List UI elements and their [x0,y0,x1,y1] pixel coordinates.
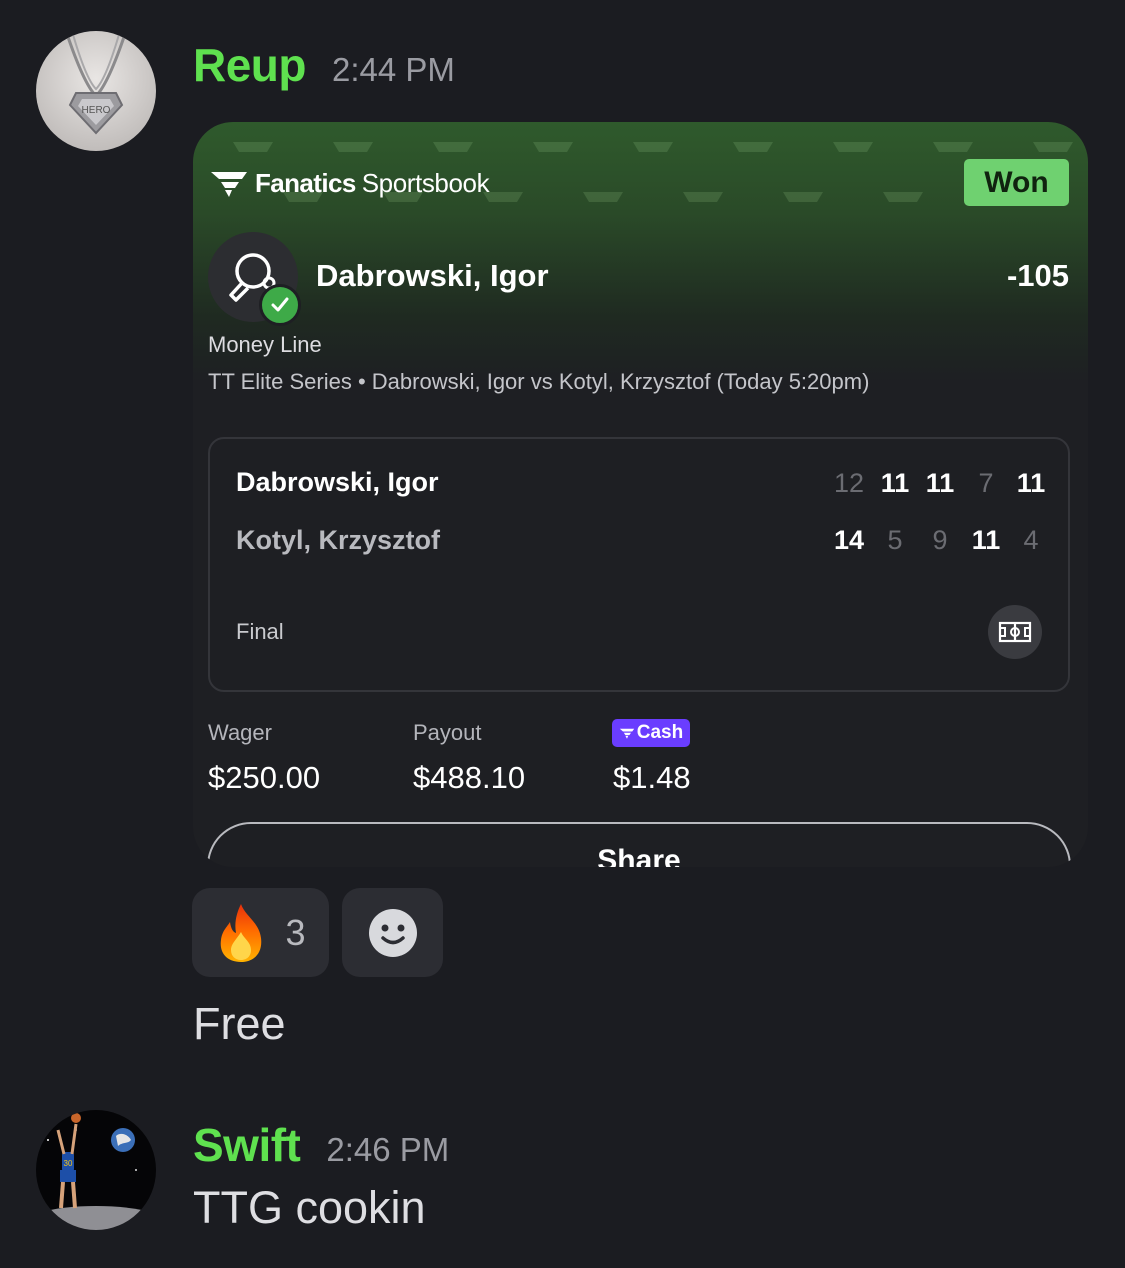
bet-status-badge: Won [964,159,1069,206]
player-2-name: Kotyl, Krzysztof [236,525,441,555]
reaction-fire[interactable]: 3 [192,888,329,977]
svg-text:30: 30 [64,1159,73,1168]
payout-label: Payout [413,720,482,745]
brand-product: Sportsbook [361,168,490,198]
message-text: Free [193,998,286,1049]
court-view-button[interactable] [988,605,1042,659]
player-1-game-5: 11 [1016,468,1046,498]
payout-amount: $488.10 [413,760,526,795]
fanatics-flag-icon [619,728,634,739]
username-swift[interactable]: Swift [193,1118,301,1172]
bet-market: Money Line [208,332,322,357]
timestamp: 2:46 PM [326,1131,450,1168]
player-1-game-3: 11 [925,468,955,498]
message-text: TTG cookin [193,1182,426,1233]
fanatics-flag-icon [211,171,247,197]
username-reup[interactable]: Reup [193,38,307,92]
game-status: Final [236,619,284,644]
player-1-game-1: 12 [833,468,865,498]
add-reaction-button[interactable] [342,888,443,977]
svg-text:HERO: HERO [82,105,111,116]
swift-avatar[interactable]: 30 [36,1110,156,1230]
player-2-game-1: 14 [833,525,865,555]
player-2-game-5: 4 [1023,525,1039,555]
player-1-game-4: 7 [978,468,994,498]
share-label: Share [597,844,681,867]
court-icon [998,621,1032,643]
player-2-game-3: 9 [932,525,948,555]
fanatics-sportsbook-logo: Fanatics Sportsbook [209,168,490,199]
bet-slip-card[interactable]: Fanatics Sportsbook Won Dabrowski, Igor … [193,122,1088,867]
fcash-badge: Cash [612,719,690,747]
wager-label: Wager [208,720,272,745]
check-icon [259,284,301,326]
wager-amount: $250.00 [208,760,321,795]
bet-selection: Dabrowski, Igor [316,258,549,293]
bet-odds: -105 [1006,258,1069,293]
share-button[interactable]: Share [207,822,1071,867]
fcash-amount: $1.48 [613,760,691,795]
reaction-count: 3 [285,911,306,953]
brand-name: Fanatics [255,168,356,198]
fcash-label: Cash [636,722,684,743]
scoreboard[interactable]: Dabrowski, Igor 12 11 11 7 11 Kotyl, Krz… [208,437,1070,692]
smiley-icon [368,908,417,957]
player-2-game-4: 11 [971,525,1001,555]
message-header-reup: Reup 2:44 PM [193,38,455,92]
timestamp: 2:44 PM [332,51,455,88]
player-2-game-2: 5 [887,525,903,555]
bet-event: TT Elite Series • Dabrowski, Igor vs Kot… [208,369,870,394]
fire-emoji-icon [221,903,262,962]
message-header-swift: Swift 2:46 PM [193,1118,449,1172]
reup-avatar[interactable]: HERO [36,31,156,151]
player-1-name: Dabrowski, Igor [236,467,439,497]
player-1-game-2: 11 [880,468,910,498]
